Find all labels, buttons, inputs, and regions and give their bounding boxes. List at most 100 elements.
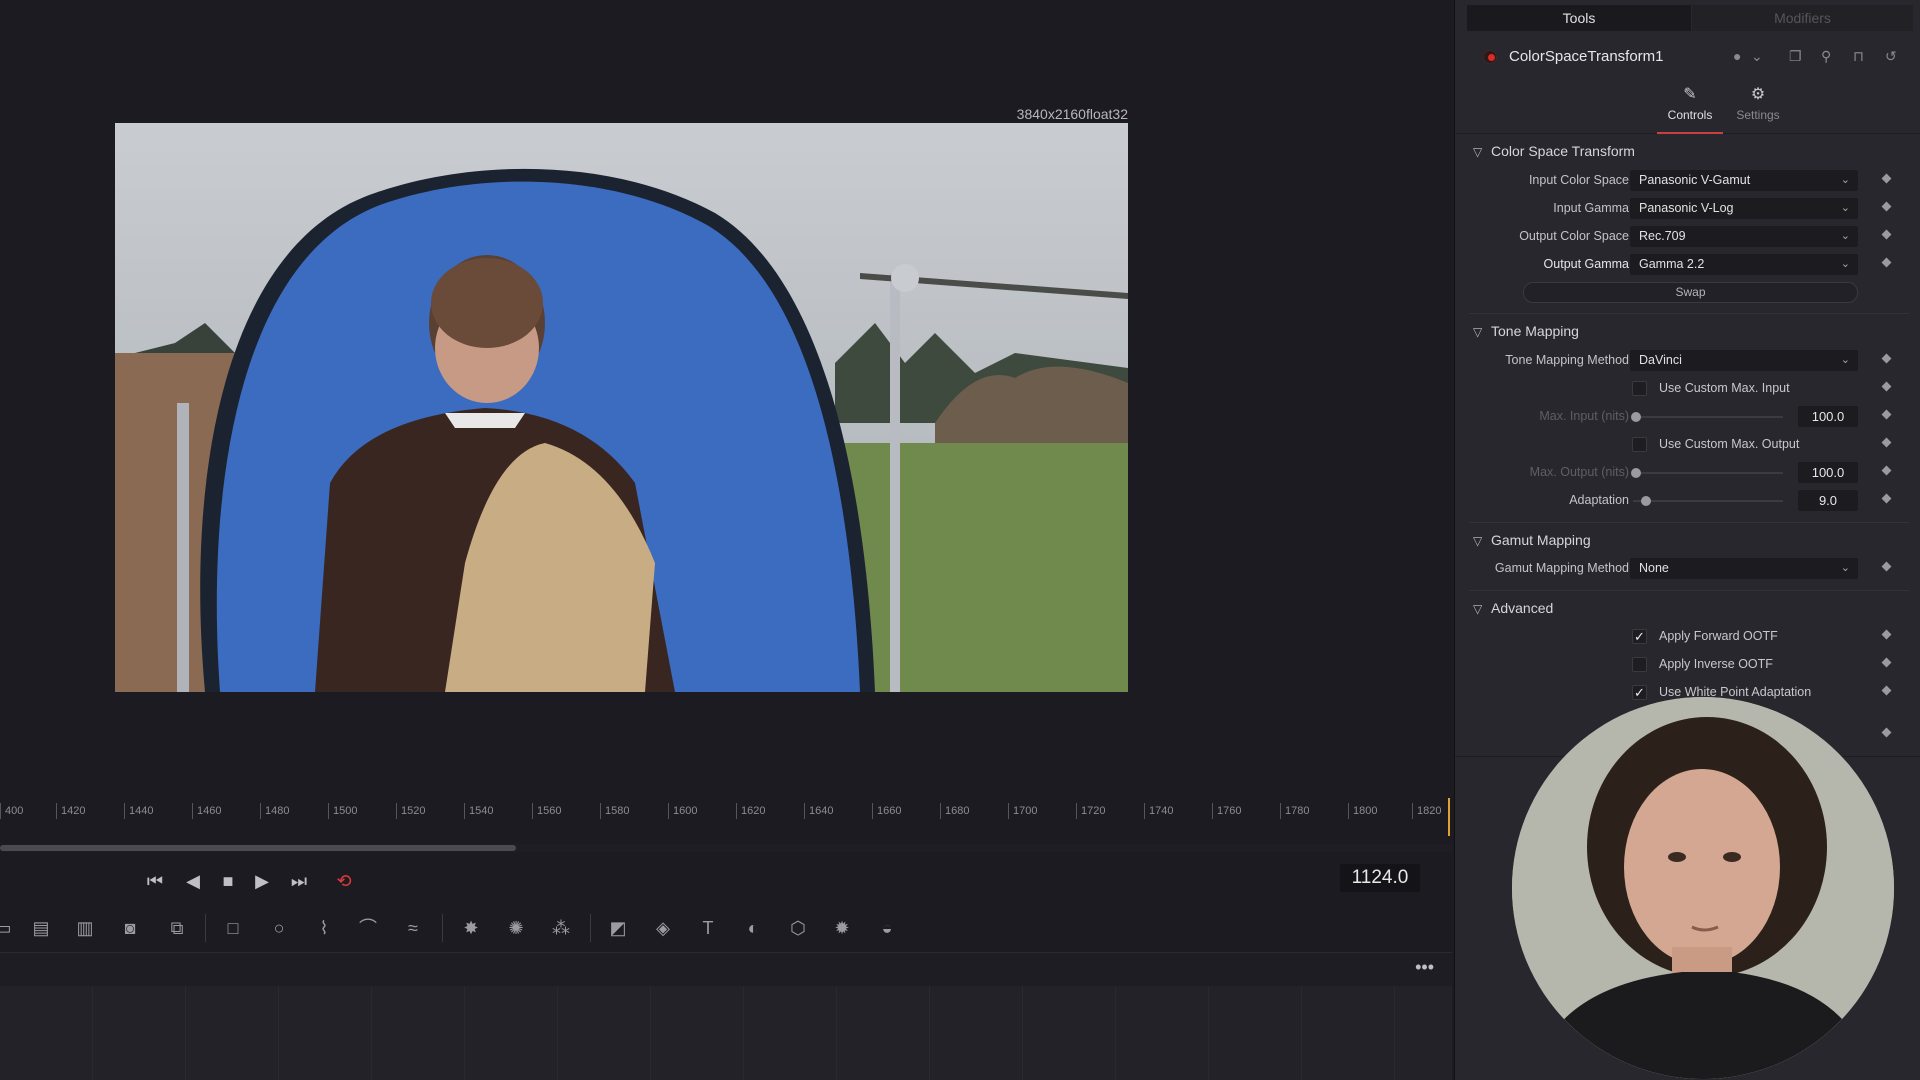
ruler-tick: 1440 [124,803,153,819]
more-options-icon[interactable]: ••• [1415,957,1434,978]
use-white-point-adaptation-label: Use White Point Adaptation [1659,685,1812,699]
versions-icon[interactable]: ❐ [1789,48,1802,65]
keyframe-icon[interactable] [1881,465,1892,476]
image-plane-3d-icon[interactable]: ◩ [603,913,633,943]
settings-icon: ⚙ [1750,86,1766,103]
play-reverse-icon[interactable]: ◀ [178,866,208,896]
max-output-field[interactable]: 100.0 [1798,462,1858,483]
keyframe-icon[interactable] [1881,381,1892,392]
time-ruler[interactable]: 400 1420 1440 1460 1480 1500 1520 1540 1… [0,795,1452,835]
tab-modifiers[interactable]: Modifiers [1692,5,1913,31]
input-color-space-dropdown[interactable]: Panasonic V-Gamut ⌄ [1630,170,1858,191]
light-3d-icon[interactable]: ✹ [827,913,857,943]
adaptation-field[interactable]: 9.0 [1798,490,1858,511]
keyframe-icon[interactable] [1881,173,1892,184]
divider [1469,590,1909,591]
max-output-label: Max. Output (nits) [1529,465,1629,479]
viewer-frame-image[interactable] [115,123,1128,692]
max-output-slider[interactable] [1631,468,1783,478]
go-to-start-icon[interactable]: ⏮ [140,866,170,896]
keyframe-icon[interactable] [1881,409,1892,420]
ruler-tick: 1760 [1212,803,1241,819]
use-custom-max-input-checkbox[interactable] [1632,381,1647,396]
node-editor[interactable] [0,986,1452,1080]
merge-3d-icon[interactable]: ◐ [738,913,768,943]
keyframe-icon[interactable] [1881,727,1892,738]
chevron-down-icon: ▽ [1473,145,1483,159]
slider-knob[interactable] [1631,468,1641,478]
viewer[interactable]: 3840x2160float32 [0,0,1452,795]
wand-mask-icon[interactable]: ≈ [398,913,428,943]
ruler-tick: 1520 [396,803,425,819]
particle-render-icon[interactable]: ✺ [501,913,531,943]
swap-button[interactable]: Swap [1523,282,1858,303]
gamut-mapping-method-dropdown[interactable]: None ⌄ [1630,558,1858,579]
tab-tools[interactable]: Tools [1467,5,1691,31]
reset-icon[interactable]: ↺ [1885,48,1897,65]
input-gamma-label: Input Gamma [1553,201,1629,215]
adaptation-slider[interactable] [1633,496,1783,506]
output-color-space-dropdown[interactable]: Rec.709 ⌄ [1630,226,1858,247]
resolution-label: 3840x2160float32 [1016,106,1128,122]
loop-icon[interactable]: ⟲ [329,866,359,896]
lock-icon[interactable]: ⊓ [1853,48,1864,65]
stop-icon[interactable]: ■ [213,866,243,896]
node-enable-toggle[interactable] [1483,50,1497,64]
loader-tool-icon[interactable]: ▥ [70,913,100,943]
playhead[interactable] [1448,798,1450,836]
transform-tool-icon[interactable]: ⧉ [162,913,192,943]
apply-inverse-ootf-row: Apply Inverse OOTF [1455,653,1920,677]
section-advanced[interactable]: ▽ Advanced [1473,600,1553,616]
apply-forward-ootf-checkbox[interactable]: ✓ [1632,629,1647,644]
tone-mapping-method-dropdown[interactable]: DaVinci ⌄ [1630,350,1858,371]
apply-inverse-ootf-checkbox[interactable] [1632,657,1647,672]
paint-tool-icon[interactable]: ▤ [26,913,56,943]
max-output-row: Max. Output (nits) 100.0 [1455,461,1920,485]
section-tone-mapping[interactable]: ▽ Tone Mapping [1473,323,1579,339]
slider-knob[interactable] [1631,412,1641,422]
use-white-point-adaptation-checkbox[interactable]: ✓ [1632,685,1647,700]
use-custom-max-output-checkbox[interactable] [1632,437,1647,452]
tone-mapping-method-label: Tone Mapping Method [1505,353,1629,367]
slider-knob[interactable] [1641,496,1651,506]
shape-3d-icon[interactable]: ◈ [648,913,678,943]
input-gamma-dropdown[interactable]: Panasonic V-Log ⌄ [1630,198,1858,219]
ellipse-mask-icon[interactable]: ○ [264,913,294,943]
play-icon[interactable]: ▶ [247,866,277,896]
particle-emitter-icon[interactable]: ✸ [456,913,486,943]
rectangle-mask-icon[interactable]: □ [218,913,248,943]
keyframe-icon[interactable] [1881,257,1892,268]
go-to-end-icon[interactable]: ⏭ [284,866,314,896]
bspline-mask-icon[interactable]: ⌒ [353,913,383,943]
keyframe-icon[interactable] [1881,201,1892,212]
color-dot-icon[interactable]: ● [1733,48,1741,64]
adaptation-row: Adaptation 9.0 [1455,489,1920,513]
timecode-display[interactable]: 1124.0 [1340,864,1420,892]
keyframe-icon[interactable] [1881,229,1892,240]
particle-style-icon[interactable]: ⁂ [546,913,576,943]
max-input-field[interactable]: 100.0 [1798,406,1858,427]
section-color-space-transform[interactable]: ▽ Color Space Transform [1473,143,1635,159]
max-input-slider[interactable] [1631,412,1783,422]
keyframe-icon[interactable] [1881,629,1892,640]
keyframe-icon[interactable] [1881,685,1892,696]
keyframe-icon[interactable] [1881,353,1892,364]
pin-icon[interactable]: ⚲ [1821,48,1831,65]
keyframe-icon[interactable] [1881,657,1892,668]
background-tool-icon[interactable]: ▭ [0,913,18,943]
keyframe-icon[interactable] [1881,561,1892,572]
keyframe-icon[interactable] [1881,493,1892,504]
chevron-down-icon[interactable]: ⌄ [1751,48,1763,65]
ruler-tick: 1580 [600,803,629,819]
keyframe-icon[interactable] [1881,437,1892,448]
merge-tool-icon[interactable]: ◙ [115,913,145,943]
camera-3d-icon[interactable]: ⬡ [783,913,813,943]
tab-settings[interactable]: ⚙ Settings [1725,78,1791,134]
output-gamma-dropdown[interactable]: Gamma 2.2 ⌄ [1630,254,1858,275]
timeline-scroll-thumb[interactable] [0,845,516,851]
polygon-mask-icon[interactable]: ⌇ [309,913,339,943]
renderer-3d-icon[interactable]: ◒ [872,913,902,943]
text-3d-icon[interactable]: T [693,913,723,943]
section-gamut-mapping[interactable]: ▽ Gamut Mapping [1473,532,1591,548]
tab-controls[interactable]: ✎ Controls [1657,78,1723,134]
